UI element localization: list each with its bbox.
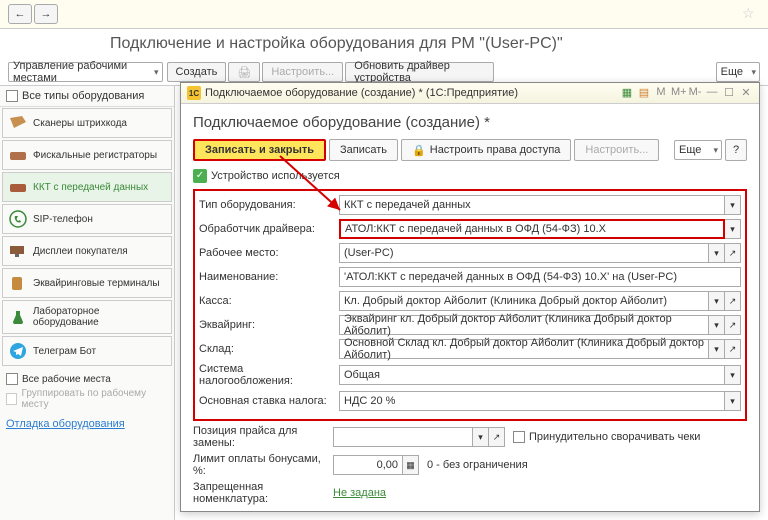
tax-rate-select[interactable]: НДС 20 % (339, 391, 725, 411)
tax-system-select[interactable]: Общая (339, 365, 725, 385)
sidebar-item-display[interactable]: Дисплеи покупателя (2, 236, 172, 266)
dialog-more-dropdown[interactable]: Еще (674, 140, 722, 160)
sidebar-item-lab[interactable]: Лабораторное оборудование (2, 300, 172, 334)
help-button[interactable]: ? (725, 139, 747, 161)
workplace-mgmt-dropdown[interactable]: Управление рабочими местами (8, 62, 163, 82)
acquiring-select[interactable]: Эквайринг кл. Добрый доктор Айболит (Кли… (339, 315, 709, 335)
app-1c-icon: 1C (187, 86, 201, 100)
more-dropdown[interactable]: Еще (716, 62, 760, 82)
sidebar-item-sip[interactable]: SIP-телефон (2, 204, 172, 234)
access-button[interactable]: 🔒Настроить права доступа (401, 139, 571, 161)
maximize-icon[interactable]: ☐ (722, 86, 736, 100)
bonus-limit-input[interactable]: 0,00 (333, 455, 403, 475)
dialog-heading: Подключаемое оборудование (создание) * (193, 114, 747, 131)
telegram-icon (7, 342, 29, 360)
update-driver-button[interactable]: Обновить драйвер устройства (345, 62, 493, 82)
page-title: Подключение и настройка оборудования для… (0, 29, 768, 59)
equipment-dialog: 1C Подключаемое оборудование (создание) … (180, 82, 760, 512)
save-close-button[interactable]: Записать и закрыть (193, 139, 326, 161)
print-button[interactable]: 🖨 (228, 62, 260, 82)
save-button[interactable]: Записать (329, 139, 398, 161)
group-checkbox (6, 393, 17, 405)
chevron-down-icon[interactable]: ▾ (725, 219, 741, 239)
calc-icon[interactable]: ▦ (620, 86, 634, 100)
price-pos-input[interactable] (333, 427, 473, 447)
forbidden-link[interactable]: Не задана (333, 487, 386, 499)
name-input[interactable]: 'АТОЛ:ККТ с передачей данных в ОФД (54-Ф… (339, 267, 741, 287)
m-minus-icon[interactable]: M- (688, 86, 702, 100)
dialog-window-title: Подключаемое оборудование (создание) * (… (205, 87, 518, 99)
type-select[interactable]: ККТ с передачей данных (339, 195, 725, 215)
sidebar-item-telegram[interactable]: Телеграм Бот (2, 336, 172, 366)
back-button[interactable]: ← (8, 4, 32, 24)
lock-icon: 🔒 (412, 144, 426, 157)
device-used-checkbox[interactable]: ✓ (193, 169, 207, 183)
all-workplaces-checkbox[interactable] (6, 373, 18, 385)
workplace-select[interactable]: (User-PC) (339, 243, 709, 263)
create-button[interactable]: Создать (167, 62, 227, 82)
configure-button: Настроить... (262, 62, 343, 82)
all-types-checkbox[interactable] (6, 90, 18, 102)
display-icon (7, 242, 29, 260)
kkt-icon (7, 178, 29, 196)
debug-link[interactable]: Отладка оборудования (6, 418, 125, 430)
configure-button-2: Настроить... (574, 139, 659, 161)
close-icon[interactable]: ✕ (739, 86, 753, 100)
driver-select[interactable]: АТОЛ:ККТ с передачей данных в ОФД (54-ФЗ… (339, 219, 725, 239)
favorite-icon[interactable]: ☆ (742, 5, 760, 23)
phone-icon (7, 210, 29, 228)
sidebar-item-fiscal[interactable]: Фискальные регистраторы (2, 140, 172, 170)
sidebar-item-acquiring[interactable]: Эквайринговые терминалы (2, 268, 172, 298)
calendar-icon[interactable]: ▤ (637, 86, 651, 100)
flask-icon (7, 308, 29, 326)
force-collapse-checkbox[interactable] (513, 431, 525, 443)
device-used-label: Устройство используется (211, 170, 340, 182)
m-plus-icon[interactable]: M+ (671, 86, 685, 100)
m-icon[interactable]: M (654, 86, 668, 100)
sidebar-item-scanners[interactable]: Сканеры штрихкода (2, 108, 172, 138)
minimize-icon[interactable]: — (705, 86, 719, 100)
forward-button[interactable]: → (34, 4, 58, 24)
scanner-icon (7, 114, 29, 132)
open-icon[interactable]: ↗ (725, 243, 741, 263)
sidebar-item-kkt[interactable]: ККТ с передачей данных (2, 172, 172, 202)
highlighted-form-area: Тип оборудования: ККТ с передачей данных… (193, 189, 747, 421)
cashbox-select[interactable]: Кл. Добрый доктор Айболит (Клиника Добры… (339, 291, 709, 311)
warehouse-select[interactable]: Основной Склад кл. Добрый доктор Айболит… (339, 339, 709, 359)
chevron-down-icon[interactable]: ▾ (725, 195, 741, 215)
all-types-label: Все типы оборудования (22, 90, 144, 102)
terminal-icon (7, 274, 29, 292)
calc-btn[interactable]: ▦ (403, 455, 419, 475)
register-icon (7, 146, 29, 164)
